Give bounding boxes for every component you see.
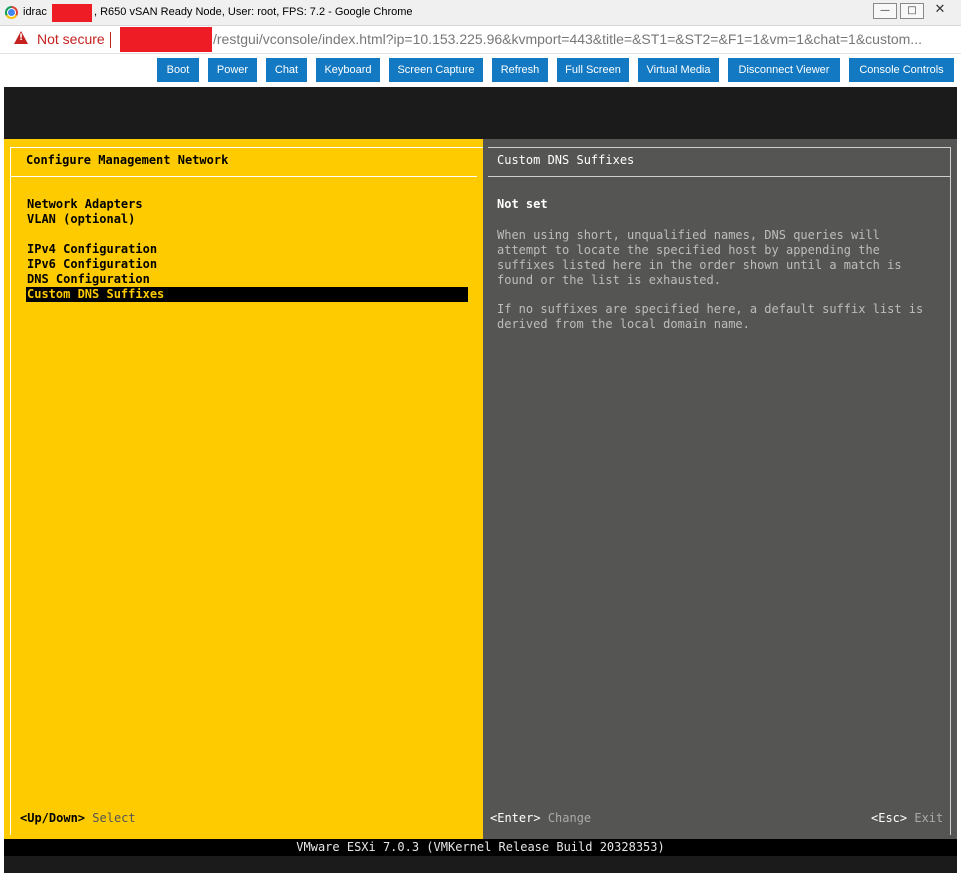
action-select: Select <box>92 811 136 825</box>
security-indicator[interactable]: Not secure <box>37 31 105 47</box>
description-text: If no suffixes are specified here, a def… <box>497 302 924 331</box>
esxi-version-footer: VMware ESXi 7.0.3 (VMKernel Release Buil… <box>4 839 957 856</box>
warning-icon <box>14 31 28 44</box>
window-title: , R650 vSAN Ready Node, User: root, FPS:… <box>94 6 413 18</box>
menu-item-custom-dns-suffixes[interactable]: Custom DNS Suffixes <box>26 287 468 302</box>
network-config-menu: Network Adapters VLAN (optional) IPv4 Co… <box>26 197 468 302</box>
frame-line <box>488 147 951 148</box>
console-controls-button[interactable]: Console Controls <box>849 58 954 82</box>
chrome-logo-icon <box>5 6 18 19</box>
status-change-hint: <Enter> Change <box>490 811 591 826</box>
status-select-hint: <Up/Down> Select <box>20 811 136 826</box>
description-text: When using short, unqualified names, DNS… <box>497 228 902 287</box>
chat-button[interactable]: Chat <box>266 58 307 82</box>
menu-item-network-adapters[interactable]: Network Adapters <box>26 197 468 212</box>
key-up-down: <Up/Down> <box>20 811 86 825</box>
redaction-block <box>52 4 92 22</box>
menu-item-ipv4-configuration[interactable]: IPv4 Configuration <box>26 242 468 257</box>
window-controls: — □ ✕ <box>873 3 953 19</box>
esxi-dcui: Configure Management Network Custom DNS … <box>4 139 957 839</box>
action-exit: Exit <box>914 811 944 825</box>
browser-title-bar: idrac , R650 vSAN Ready Node, User: root… <box>0 0 961 26</box>
action-change: Change <box>547 811 592 825</box>
menu-item-ipv6-configuration[interactable]: IPv6 Configuration <box>26 257 468 272</box>
restore-icon[interactable]: □ <box>900 3 924 19</box>
status-exit-hint: <Esc> Exit <box>871 811 943 826</box>
dns-suffixes-value: Not set <box>497 197 548 211</box>
full-screen-button[interactable]: Full Screen <box>557 58 629 82</box>
frame-line <box>10 176 477 177</box>
screen-capture-button[interactable]: Screen Capture <box>389 58 483 82</box>
kvm-toolbar: Boot Power Chat Keyboard Screen Capture … <box>0 54 961 87</box>
frame-line <box>10 147 11 835</box>
key-esc: <Esc> <box>871 811 908 825</box>
disconnect-viewer-button[interactable]: Disconnect Viewer <box>728 58 840 82</box>
virtual-media-button[interactable]: Virtual Media <box>638 58 719 82</box>
frame-line <box>488 176 951 177</box>
minimize-icon[interactable]: — <box>873 3 897 19</box>
remote-console-screen[interactable]: Configure Management Network Custom DNS … <box>4 87 957 873</box>
window-title-prefix: idrac <box>23 6 47 18</box>
left-panel-title: Configure Management Network <box>26 153 229 167</box>
keyboard-button[interactable]: Keyboard <box>316 58 380 82</box>
address-bar[interactable]: Not secure /restgui/vconsole/index.html?… <box>0 26 961 54</box>
right-panel-title: Custom DNS Suffixes <box>497 153 635 167</box>
menu-item-vlan[interactable]: VLAN (optional) <box>26 212 468 227</box>
close-icon[interactable]: ✕ <box>927 3 953 17</box>
menu-item-dns-configuration[interactable]: DNS Configuration <box>26 272 468 287</box>
power-button[interactable]: Power <box>208 58 257 82</box>
refresh-button[interactable]: Refresh <box>492 58 548 82</box>
frame-line <box>10 147 483 148</box>
address-separator <box>110 32 111 48</box>
key-enter: <Enter> <box>490 811 541 825</box>
redaction-block <box>120 27 212 52</box>
frame-line <box>950 147 951 835</box>
boot-button[interactable]: Boot <box>157 58 199 82</box>
url-text[interactable]: /restgui/vconsole/index.html?ip=10.153.2… <box>213 31 922 47</box>
